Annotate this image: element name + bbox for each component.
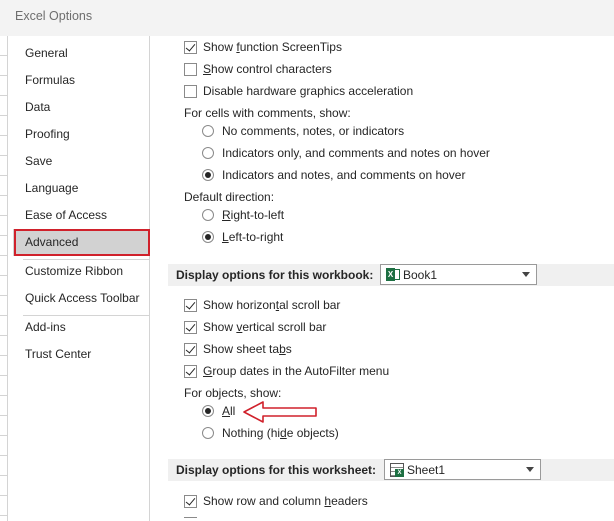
sidebar-item-add-ins[interactable]: Add-ins [13,314,150,341]
direction-heading: Default direction: [184,190,275,204]
sidebar-item-label: Language [25,181,79,195]
worksheet-icon: X [390,462,404,477]
sidebar-item-label: Trust Center [25,347,92,361]
checkbox-checked[interactable] [184,320,197,334]
worksheet-select[interactable]: X Sheet1 [384,459,541,480]
show-function-screentips-option[interactable]: Show function ScreenTips [184,37,342,57]
sidebar-item-save[interactable]: Save [13,148,150,175]
radio-button[interactable] [202,147,214,159]
comments-option-indicators-and-notes[interactable]: Indicators and notes, and comments on ho… [202,165,465,185]
options-sidebar: General Formulas Data Proofing Save Lang… [13,36,150,521]
sidebar-item-label: Save [25,154,53,168]
radio-button[interactable] [202,427,214,439]
radio-button-selected[interactable] [202,405,214,417]
sidebar-item-quick-access-toolbar[interactable]: Quick Access Toolbar [13,285,150,312]
show-horizontal-scroll-bar-option[interactable]: Show horizontal scroll bar [184,295,340,315]
sidebar-item-general[interactable]: General [13,40,150,67]
sidebar-item-label: Ease of Access [25,208,108,222]
sidebar-item-advanced[interactable]: Advanced [13,229,150,256]
sidebar-item-label: Add-ins [25,320,66,334]
group-dates-autofilter-option[interactable]: Group dates in the AutoFilter menu [184,361,389,381]
show-vertical-scroll-bar-option[interactable]: Show vertical scroll bar [184,317,326,337]
worksheet-background-gridlines [0,36,8,521]
comments-heading: For cells with comments, show: [184,106,351,120]
checkbox-checked[interactable] [184,298,197,312]
red-arrow-annotation-icon [243,401,317,423]
radio-button[interactable] [202,209,214,221]
chevron-down-icon [522,272,530,277]
sidebar-item-customize-ribbon[interactable]: Customize Ribbon [13,258,150,285]
comments-option-indicators-only[interactable]: Indicators only, and comments and notes … [202,143,490,163]
sidebar-item-label: Data [25,100,51,114]
checkbox-checked[interactable] [184,40,197,54]
radio-button-selected[interactable] [202,231,214,243]
sidebar-item-formulas[interactable]: Formulas [13,67,150,94]
sidebar-item-trust-center[interactable]: Trust Center [13,341,150,368]
checkbox[interactable] [184,84,197,98]
comments-option-none[interactable]: No comments, notes, or indicators [202,121,404,141]
partially-visible-option[interactable] [184,513,203,518]
excel-workbook-icon: X [386,268,400,281]
sidebar-item-label: Advanced [25,235,79,249]
show-sheet-tabs-option[interactable]: Show sheet tabs [184,339,292,359]
show-control-characters-option[interactable]: Show control characters [184,59,332,79]
chevron-down-icon [526,467,534,472]
window-title: Excel Options [15,9,93,23]
objects-option-all[interactable]: All [202,401,235,421]
sidebar-item-label: Quick Access Toolbar [25,291,140,305]
checkbox-checked[interactable] [184,494,197,508]
sidebar-item-label: Customize Ribbon [25,264,124,278]
objects-heading: For objects, show: [184,386,282,400]
sidebar-item-proofing[interactable]: Proofing [13,121,150,148]
radio-button[interactable] [202,125,214,137]
sidebar-item-label: General [25,46,68,60]
sidebar-item-label: Formulas [25,73,76,87]
sidebar-item-label: Proofing [25,127,70,141]
sidebar-item-language[interactable]: Language [13,175,150,202]
advanced-options-panel: Show function ScreenTips Show control ch… [151,36,614,521]
direction-option-left-to-right[interactable]: Left-to-right [202,227,283,247]
direction-option-right-to-left[interactable]: Right-to-left [202,205,284,225]
checkbox[interactable] [184,516,197,518]
radio-button-selected[interactable] [202,169,214,181]
checkbox-checked[interactable] [184,364,197,378]
show-row-column-headers-option[interactable]: Show row and column headers [184,491,368,511]
sidebar-item-data[interactable]: Data [13,94,150,121]
checkbox[interactable] [184,62,197,76]
disable-hardware-acceleration-option[interactable]: Disable hardware graphics acceleration [184,81,413,101]
workbook-select[interactable]: X Book1 [380,264,537,285]
checkbox-checked[interactable] [184,342,197,356]
sidebar-item-ease-of-access[interactable]: Ease of Access [13,202,150,229]
objects-option-nothing[interactable]: Nothing (hide objects) [202,423,339,443]
title-bar: Excel Options [0,0,614,36]
